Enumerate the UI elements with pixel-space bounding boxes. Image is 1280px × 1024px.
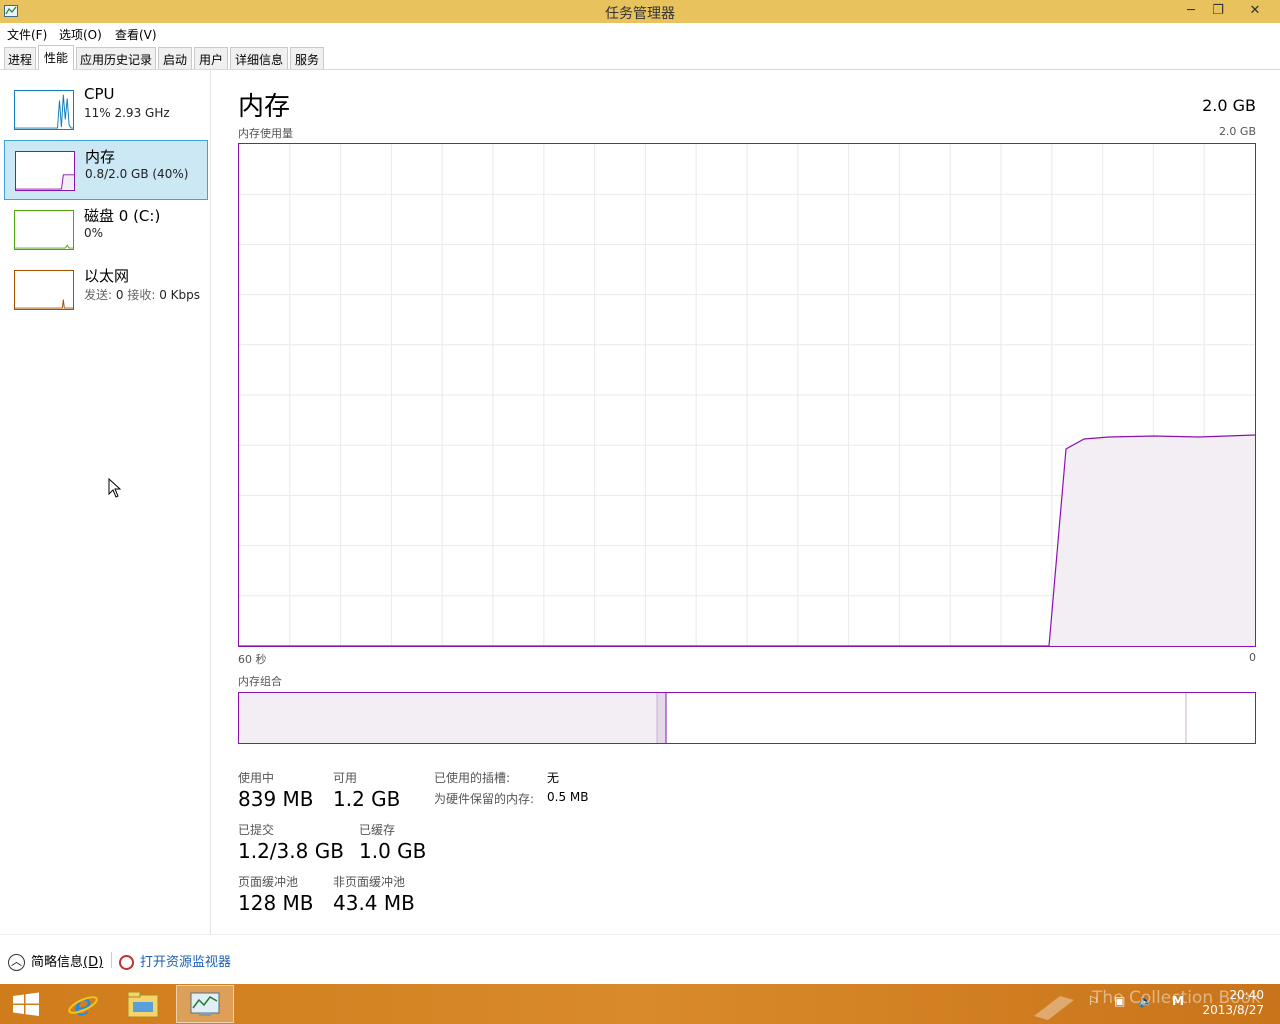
stat-available: 可用 1.2 GB: [333, 769, 400, 811]
menu-file[interactable]: 文件(F): [7, 26, 47, 43]
stat-value: 839 MB: [238, 787, 314, 811]
page-title: 内存: [238, 92, 291, 122]
open-resource-monitor-link[interactable]: 打开资源监视器: [119, 951, 231, 970]
axis-time-end: 0: [1249, 651, 1256, 664]
composition-in-use: [239, 693, 657, 743]
taskbar: e ⚐ ▣ 🔈 M 20:40 2013/8/27: [0, 984, 1280, 1024]
stat-label: 已提交: [238, 823, 275, 837]
receive-value: 0 Kbps: [159, 288, 201, 302]
stat-value: 1.2/3.8 GB: [238, 839, 344, 863]
memory-thumbnail-graph: [15, 151, 75, 191]
tab-app-history[interactable]: 应用历史记录: [76, 47, 156, 69]
footer-separator: [111, 952, 112, 968]
task-manager-icon: [190, 992, 220, 1016]
ethernet-thumbnail-graph: [14, 270, 74, 310]
stat-label: 可用: [333, 771, 358, 785]
receive-label: 接收:: [127, 288, 156, 302]
stat-label: 已缓存: [359, 823, 396, 837]
footer-bar: ︿ 简略信息(D) 打开资源监视器: [0, 934, 1280, 984]
resource-detail: 11% 2.93 GHz: [84, 106, 170, 120]
stat-in-use: 使用中 839 MB: [238, 769, 314, 811]
resource-item-memory[interactable]: 内存 0.8/2.0 GB (40%): [4, 140, 208, 200]
resource-detail: 0%: [84, 226, 104, 240]
resource-item-cpu[interactable]: CPU 11% 2.93 GHz: [4, 80, 208, 140]
memory-usage-label: 内存使用量: [238, 127, 293, 140]
cpu-thumbnail-graph: [14, 90, 74, 130]
resource-monitor-icon: [119, 955, 134, 970]
title-bar: 任务管理器 ─ ❐ ✕: [0, 0, 1280, 23]
composition-modified: [657, 693, 666, 743]
stat-value: 1.2 GB: [333, 787, 401, 811]
resource-detail: 发送: 0 接收: 0 Kbps: [84, 286, 200, 303]
windows-start-icon[interactable]: [0, 985, 58, 1023]
resource-name: CPU: [84, 85, 115, 103]
close-button[interactable]: ✕: [1242, 0, 1268, 23]
axis-time-start: 60 秒: [238, 653, 267, 666]
memory-usage-fill: [1049, 435, 1255, 646]
tab-processes[interactable]: 进程: [4, 47, 36, 69]
tab-details[interactable]: 详细信息: [230, 47, 288, 69]
stat-committed: 已提交 1.2/3.8 GB: [238, 821, 344, 863]
svg-text:e: e: [74, 988, 92, 1023]
internet-explorer-icon[interactable]: e: [54, 985, 112, 1023]
stat-label: 页面缓冲池: [238, 875, 299, 889]
resource-detail: 0.8/2.0 GB (40%): [85, 167, 189, 181]
stat-value: 1.0 GB: [359, 839, 427, 863]
stat-value: 43.4 MB: [333, 891, 415, 915]
stat-cached: 已缓存 1.0 GB: [359, 821, 426, 863]
watermark-text: The Collection Book: [1092, 988, 1261, 1008]
stat-label: 使用中: [238, 771, 275, 785]
open-resource-monitor-label: 打开资源监视器: [140, 955, 232, 970]
menu-view[interactable]: 查看(V): [115, 26, 157, 43]
tab-users[interactable]: 用户: [194, 47, 228, 69]
send-label: 发送:: [84, 288, 113, 302]
book-watermark-icon: [1034, 996, 1074, 1020]
stat-paged-pool: 页面缓冲池 128 MB: [238, 873, 314, 915]
minimize-button[interactable]: ─: [1178, 0, 1204, 23]
resource-item-ethernet[interactable]: 以太网 发送: 0 接收: 0 Kbps: [4, 260, 208, 320]
stat-nonpaged-pool: 非页面缓冲池 43.4 MB: [333, 873, 415, 915]
mouse-pointer-icon: [108, 478, 121, 498]
graph-max-label: 2.0 GB: [1218, 125, 1256, 138]
resource-name: 以太网: [84, 267, 130, 285]
taskbar-task-manager[interactable]: [176, 985, 234, 1023]
stat-value: 128 MB: [238, 891, 314, 915]
resource-item-disk[interactable]: 磁盘 0 (C:) 0%: [4, 200, 208, 260]
tab-strip: 进程 性能 应用历史记录 启动 用户 详细信息 服务: [0, 45, 1280, 70]
tab-startup[interactable]: 启动: [158, 47, 192, 69]
fewer-details-button[interactable]: ︿ 简略信息(D): [8, 951, 103, 971]
menu-options[interactable]: 选项(O): [59, 26, 102, 43]
resource-name: 磁盘 0 (C:): [84, 207, 161, 225]
memory-composition-label: 内存组合: [238, 675, 282, 688]
fewer-details-shortcut: (D): [83, 955, 104, 970]
slots-used-value: 无: [547, 771, 560, 785]
stat-label: 非页面缓冲池: [333, 875, 406, 889]
restore-button[interactable]: ❐: [1205, 0, 1231, 23]
hardware-reserved-value: 0.5 MB: [547, 790, 589, 804]
menu-bar: 文件(F) 选项(O) 查看(V): [0, 23, 1280, 43]
fewer-details-label: 简略信息: [31, 955, 84, 970]
file-explorer-icon[interactable]: [114, 985, 172, 1023]
tab-performance[interactable]: 性能: [38, 45, 74, 70]
memory-usage-graph: [238, 143, 1256, 647]
window-title: 任务管理器: [605, 6, 675, 22]
disk-thumbnail-graph: [14, 210, 74, 250]
memory-composition-bar: [238, 692, 1256, 744]
tab-services[interactable]: 服务: [290, 47, 324, 69]
chevron-up-icon: ︿: [8, 954, 25, 971]
resource-list: CPU 11% 2.93 GHz 内存 0.8/2.0 GB (40%) 磁盘 …: [0, 70, 211, 934]
send-value: 0: [115, 288, 124, 302]
memory-total: 2.0 GB: [1202, 96, 1256, 115]
slots-used-label: 已使用的插槽:: [434, 771, 511, 785]
hardware-reserved-label: 为硬件保留的内存:: [434, 792, 535, 806]
resource-name: 内存: [85, 148, 116, 166]
